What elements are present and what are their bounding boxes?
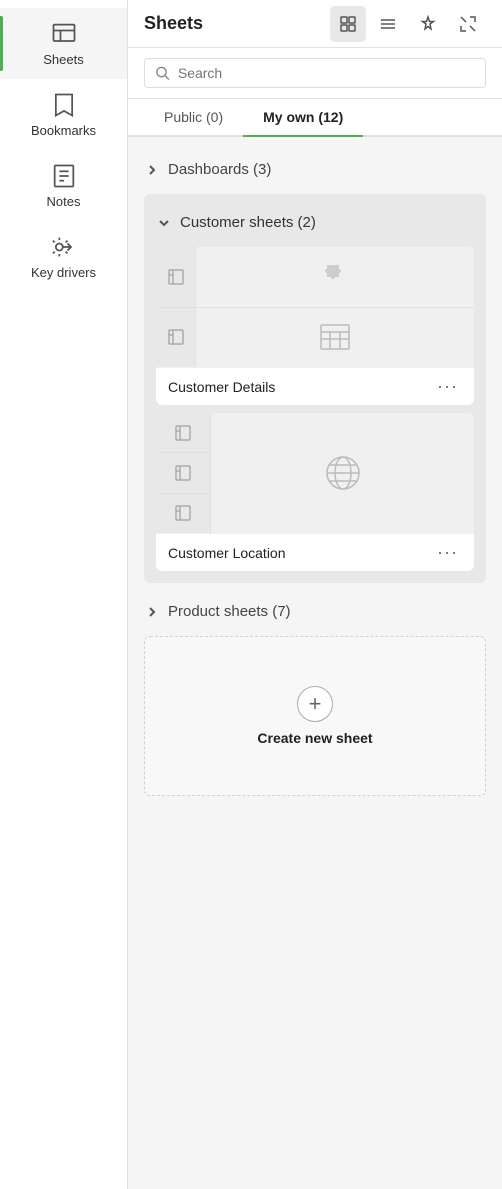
pin-icon (419, 15, 437, 33)
customer-sheets-section-label: Customer sheets (2) (180, 214, 316, 231)
header: Sheets (128, 0, 502, 48)
customer-sheets-section-header[interactable]: Customer sheets (2) (156, 206, 474, 239)
notes-icon (50, 162, 78, 190)
search-input[interactable] (178, 65, 475, 81)
customer-location-name: Customer Location (168, 545, 286, 561)
tab-my-own[interactable]: My own (12) (243, 99, 363, 137)
search-box (144, 58, 486, 88)
sheet-nav-icon-3 (174, 424, 192, 442)
customer-location-thumbnail (156, 413, 474, 533)
product-sheets-section-header[interactable]: Product sheets (7) (144, 595, 486, 628)
table-icon (319, 323, 351, 351)
sheet-nav-icon-4 (174, 464, 192, 482)
customer-details-more-button[interactable]: ··· (433, 376, 462, 397)
expand-button[interactable] (450, 6, 486, 42)
chevron-down-icon (156, 215, 172, 231)
customer-location-card[interactable]: Customer Location ··· (156, 413, 474, 571)
sidebar: Sheets Bookmarks Notes Key drivers (0, 0, 128, 1189)
sidebar-bookmarks-label: Bookmarks (31, 123, 96, 138)
pin-button[interactable] (410, 6, 446, 42)
product-sheets-section-label: Product sheets (7) (168, 603, 291, 620)
tabs: Public (0) My own (12) (128, 99, 502, 137)
sheets-icon (50, 20, 78, 48)
create-plus-icon: + (297, 686, 333, 722)
content: Dashboards (3) Customer sheets (2) (128, 137, 502, 1189)
customer-sheets-section: Customer sheets (2) (144, 194, 486, 583)
customer-location-more-button[interactable]: ··· (433, 542, 462, 563)
search-icon (155, 65, 170, 81)
key-drivers-icon (50, 233, 78, 261)
product-sheets-chevron-right-icon (144, 604, 160, 620)
customer-location-footer: Customer Location ··· (156, 533, 474, 571)
customer-details-card[interactable]: Customer Details ··· (156, 247, 474, 405)
sheet-nav-icon-5 (174, 504, 192, 522)
dashboards-section-label: Dashboards (3) (168, 161, 271, 178)
sidebar-item-key-drivers[interactable]: Key drivers (0, 221, 127, 292)
customer-details-footer: Customer Details ··· (156, 367, 474, 405)
main-panel: Sheets (128, 0, 502, 1189)
sheet-nav-icon-1 (167, 268, 185, 286)
create-new-sheet-label: Create new sheet (257, 730, 372, 746)
grid-icon (339, 15, 357, 33)
sheet-nav-icon-2 (167, 328, 185, 346)
puzzle-icon (317, 259, 353, 295)
sidebar-notes-label: Notes (47, 194, 81, 209)
list-icon (379, 15, 397, 33)
dashboards-section-header[interactable]: Dashboards (3) (144, 153, 486, 186)
customer-details-name: Customer Details (168, 379, 275, 395)
page-title: Sheets (144, 13, 203, 34)
grid-view-button[interactable] (330, 6, 366, 42)
sidebar-item-notes[interactable]: Notes (0, 150, 127, 221)
sidebar-item-sheets[interactable]: Sheets (0, 8, 127, 79)
chevron-right-icon (144, 162, 160, 178)
sidebar-sheets-label: Sheets (43, 52, 83, 67)
search-container (128, 48, 502, 99)
header-actions (330, 6, 486, 42)
sidebar-item-bookmarks[interactable]: Bookmarks (0, 79, 127, 150)
list-view-button[interactable] (370, 6, 406, 42)
tab-public[interactable]: Public (0) (144, 99, 243, 137)
create-new-sheet-card[interactable]: + Create new sheet (144, 636, 486, 796)
sidebar-key-drivers-label: Key drivers (31, 265, 96, 280)
customer-details-thumbnail (156, 247, 474, 367)
expand-icon (459, 15, 477, 33)
bookmarks-icon (50, 91, 78, 119)
globe-icon (323, 453, 363, 493)
